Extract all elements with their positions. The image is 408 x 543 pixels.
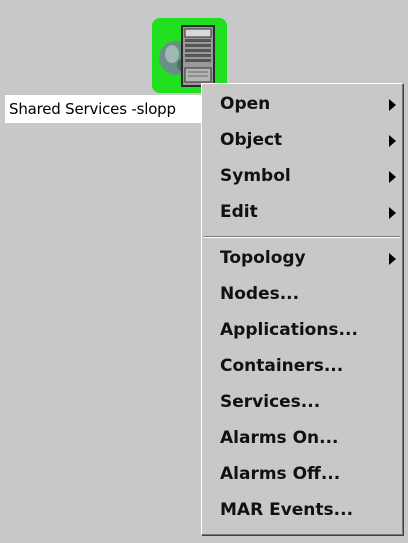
map-canvas[interactable]: Shared Services -slopp Open Object Symbo… [0, 0, 408, 543]
menu-item-services[interactable]: Services... [202, 384, 402, 420]
context-menu: Open Object Symbol Edit Topology Nodes..… [201, 83, 403, 535]
menu-item-label: Alarms Off... [220, 464, 341, 484]
menu-item-label: Alarms On... [220, 428, 339, 448]
server-globe-icon[interactable] [152, 18, 227, 93]
node-label[interactable]: Shared Services -slopp [5, 95, 203, 123]
submenu-arrow-icon [389, 253, 396, 265]
menu-item-label: Symbol [220, 166, 291, 186]
menu-item-edit[interactable]: Edit [202, 194, 402, 230]
menu-item-nodes[interactable]: Nodes... [202, 276, 402, 312]
menu-item-topology[interactable]: Topology [202, 240, 402, 276]
menu-item-label: Open [220, 94, 271, 114]
menu-item-label: Topology [220, 248, 306, 268]
menu-item-label: Applications... [220, 320, 358, 340]
submenu-arrow-icon [389, 171, 396, 183]
menu-item-alarms-off[interactable]: Alarms Off... [202, 456, 402, 492]
menu-item-label: Nodes... [220, 284, 300, 304]
menu-item-mar-events[interactable]: MAR Events... [202, 492, 402, 528]
menu-separator [204, 236, 400, 238]
submenu-arrow-icon [389, 135, 396, 147]
menu-item-open[interactable]: Open [202, 86, 402, 122]
menu-item-symbol[interactable]: Symbol [202, 158, 402, 194]
menu-item-applications[interactable]: Applications... [202, 312, 402, 348]
menu-item-label: Object [220, 130, 283, 150]
menu-item-containers[interactable]: Containers... [202, 348, 402, 384]
submenu-arrow-icon [389, 99, 396, 111]
menu-item-label: Containers... [220, 356, 344, 376]
menu-item-label: Services... [220, 392, 321, 412]
menu-item-label: MAR Events... [220, 500, 354, 520]
menu-item-object[interactable]: Object [202, 122, 402, 158]
menu-item-label: Edit [220, 202, 258, 222]
submenu-arrow-icon [389, 207, 396, 219]
menu-item-alarms-on[interactable]: Alarms On... [202, 420, 402, 456]
